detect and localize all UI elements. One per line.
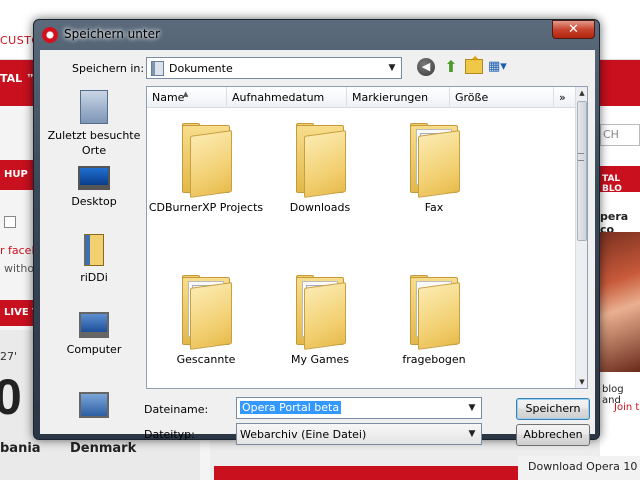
column-header-row: ▲ Name Aufnahmedatum Markierungen Größe … (147, 87, 577, 108)
column-tags[interactable]: Markierungen (347, 87, 450, 108)
column-name-label: Name (152, 91, 185, 104)
bg-search-field[interactable]: CH (600, 124, 640, 146)
folder-item-label: CDBurnerXP Projects (148, 201, 264, 214)
place-recent-label: Zuletzt besuchte Orte (47, 129, 141, 157)
scroll-grip (578, 153, 584, 161)
bg-checkbox[interactable] (4, 216, 16, 228)
scroll-up-icon[interactable]: ▲ (576, 89, 587, 97)
scroll-down-icon[interactable]: ▼ (576, 378, 587, 386)
place-desktop[interactable]: Desktop (46, 166, 142, 209)
folder-item-label: Gescannte (176, 353, 236, 366)
column-size-label: Größe (455, 91, 489, 104)
folder-item-label: Downloads (289, 201, 351, 214)
chevron-down-icon[interactable]: ▼ (466, 402, 478, 414)
computer-icon (79, 312, 109, 338)
folder-icon (290, 123, 350, 198)
file-list[interactable]: ▲ Name Aufnahmedatum Markierungen Größe … (146, 86, 588, 389)
user-folder-icon (84, 234, 104, 266)
folder-item[interactable]: fragebogen (375, 275, 493, 366)
save-in-label: Speichern in: (72, 62, 145, 75)
folder-icon (404, 275, 464, 350)
place-network[interactable] (46, 392, 142, 422)
filename-label: Dateiname: (144, 403, 209, 416)
save-as-dialog: Speichern unter ✕ Speichern in: Dokument… (33, 19, 600, 446)
folder-item-label: Fax (424, 201, 444, 214)
bg-bottom-bar (214, 466, 518, 480)
place-user[interactable]: riDDi (46, 234, 142, 285)
filetype-label: Dateityp: (144, 428, 195, 441)
folder-item[interactable]: Fax (375, 123, 493, 214)
bg-team-left: bania (0, 441, 41, 456)
folder-icon (404, 123, 464, 198)
network-icon (79, 392, 109, 418)
chevron-down-icon[interactable]: ▼ (386, 62, 398, 74)
folder-item-label: fragebogen (402, 353, 466, 366)
column-more-label: » (559, 91, 566, 104)
vertical-scrollbar[interactable]: ▲ ▼ (575, 87, 587, 388)
bg-join-link[interactable]: Join t (614, 402, 639, 413)
close-button[interactable]: ✕ (552, 20, 595, 39)
folder-icon (176, 123, 236, 198)
place-computer[interactable]: Computer (46, 312, 142, 357)
view-menu-icon[interactable]: ▦▾ (488, 58, 514, 76)
place-user-label: riDDi (80, 271, 108, 284)
filetype-select[interactable]: Webarchiv (Eine Datei) ▼ (236, 423, 482, 445)
folder-item[interactable]: My Games (261, 275, 379, 366)
save-in-value: Dokumente (169, 62, 233, 75)
bg-team-right: Denmark (70, 441, 137, 456)
bg-photo (600, 232, 640, 372)
column-date[interactable]: Aufnahmedatum (227, 87, 347, 108)
folder-item[interactable]: CDBurnerXP Projects (147, 123, 265, 214)
folder-icon (176, 275, 236, 350)
filename-value: Opera Portal beta (240, 401, 342, 414)
column-more[interactable]: » (554, 87, 577, 108)
dialog-titlebar[interactable]: Speichern unter ✕ (34, 20, 599, 50)
bg-portal-title: TAL ™ (0, 72, 38, 85)
column-date-label: Aufnahmedatum (232, 91, 325, 104)
column-name[interactable]: ▲ Name (147, 87, 227, 108)
bg-match-minute: 27' (0, 350, 18, 363)
opera-logo-icon (42, 27, 58, 43)
cancel-button[interactable]: Abbrechen (516, 424, 590, 446)
folder-icon (290, 275, 350, 350)
column-tags-label: Markierungen (352, 91, 429, 104)
desktop-icon (78, 166, 110, 190)
place-recent[interactable]: Zuletzt besuchte Orte (46, 90, 142, 158)
up-folder-icon[interactable]: ⬆ (441, 57, 461, 77)
folder-item[interactable]: Gescannte (147, 275, 265, 366)
bg-right-banner: TAL BLO (600, 166, 640, 194)
bg-score: 0 (0, 369, 22, 425)
dialog-client-area: Speichern in: Dokumente ▼ ◀ ⬆ ✦ ▦▾ Zulet… (40, 50, 595, 446)
place-desktop-label: Desktop (71, 195, 117, 208)
documents-folder-icon (151, 61, 164, 76)
sort-ascending-icon: ▲ (183, 90, 189, 98)
chevron-down-icon[interactable]: ▼ (466, 428, 478, 440)
recent-places-icon (80, 90, 108, 124)
save-in-dropdown[interactable]: Dokumente ▼ (146, 57, 402, 79)
save-button[interactable]: Speichern (516, 398, 590, 420)
filetype-value: Webarchiv (Eine Datei) (240, 428, 367, 441)
places-bar: Zuletzt besuchte Orte Desktop riDDi Comp… (46, 86, 142, 428)
back-icon[interactable]: ◀ (417, 58, 435, 76)
scroll-thumb[interactable] (577, 101, 587, 241)
place-computer-label: Computer (66, 343, 122, 356)
filename-input[interactable]: Opera Portal beta ▼ (236, 397, 482, 419)
column-size[interactable]: Größe (450, 87, 554, 108)
folder-item[interactable]: Downloads (261, 123, 379, 214)
folder-item-label: My Games (291, 353, 349, 366)
bg-download-link[interactable]: Download Opera 10 (518, 456, 640, 480)
dialog-title: Speichern unter (64, 27, 160, 41)
new-folder-star-icon: ✦ (471, 54, 480, 65)
